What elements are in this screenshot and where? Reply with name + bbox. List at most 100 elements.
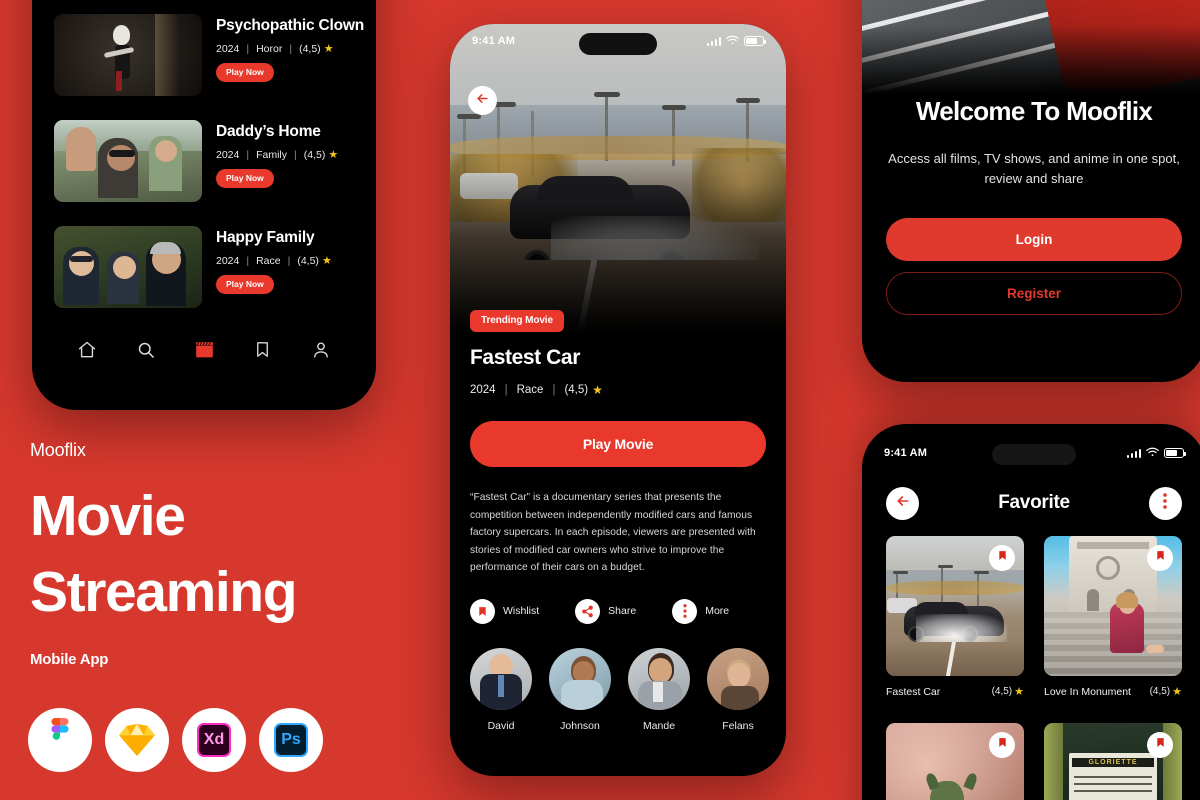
ps-label: Ps: [274, 723, 308, 757]
movie-info: Psychopathic Clown 2024 | Horor | (4,5) …: [216, 14, 364, 82]
cast-name: Mande: [642, 719, 676, 732]
figma-icon[interactable]: [28, 708, 92, 772]
back-button[interactable]: [886, 486, 919, 520]
signal-icon: [706, 36, 721, 46]
dynamic-island: [992, 444, 1076, 465]
movie-year: 2024: [216, 254, 240, 267]
bookmark-badge[interactable]: [1147, 545, 1173, 571]
more-options-button[interactable]: [1148, 486, 1182, 520]
share-action[interactable]: Share: [575, 598, 636, 624]
favorite-card[interactable]: Love In Monument (4,5) ★: [1044, 536, 1182, 711]
more-label: More: [705, 605, 730, 618]
signal-icon: [1126, 448, 1141, 458]
meta-divider: |: [289, 42, 293, 55]
photoshop-icon[interactable]: Ps: [259, 708, 323, 772]
movie-year: 2024: [216, 42, 240, 55]
cast-member[interactable]: David: [470, 647, 532, 732]
favorite-card[interactable]: Fastest Car (4,5) ★: [886, 536, 1024, 711]
more-dots-icon: [1163, 492, 1168, 514]
brand-title: Movie Streaming: [30, 479, 430, 631]
cast-member[interactable]: Felans: [707, 647, 769, 732]
login-button[interactable]: Login: [886, 218, 1182, 262]
movie-rating: (4,5): [564, 384, 589, 396]
battery-icon: [1164, 448, 1187, 458]
star-icon: ★: [592, 383, 603, 397]
wishlist-label: Wishlist: [503, 605, 540, 618]
movie-rating: (4,5) ★: [1150, 685, 1182, 698]
movie-genre: Family: [256, 148, 288, 161]
back-button[interactable]: [468, 86, 497, 115]
register-button[interactable]: Register: [886, 272, 1182, 316]
movie-list-item[interactable]: Daddy’s Home 2024 | Family | (4,5) ★ Pla…: [54, 120, 354, 202]
movie-title: Fastest Car: [886, 685, 941, 698]
meta-divider: |: [246, 148, 250, 161]
wishlist-action[interactable]: Wishlist: [470, 598, 540, 624]
movie-info: Daddy’s Home 2024 | Family | (4,5) ★ Pla…: [216, 120, 354, 188]
play-now-button[interactable]: Play Now: [216, 63, 274, 82]
wifi-icon: [1146, 444, 1159, 462]
cast-member[interactable]: Johnson: [549, 647, 611, 732]
action-row: Wishlist Share More: [470, 598, 766, 624]
movie-list[interactable]: 2024 | Horor | (4,5) ★ Play Now: [32, 0, 376, 348]
status-time: 9:41 AM: [472, 35, 516, 47]
star-icon: ★: [1014, 686, 1024, 698]
cast-list[interactable]: David Johnson Mande Felans: [470, 647, 769, 732]
nav-item-search[interactable]: [136, 340, 156, 365]
trending-badge: Trending Movie: [470, 310, 564, 332]
share-icon: [575, 598, 601, 624]
phone-movie-list: 2024 | Horor | (4,5) ★ Play Now: [32, 0, 376, 410]
movie-poster[interactable]: [1044, 536, 1182, 676]
bottom-navigation: [32, 332, 376, 372]
nav-item-home[interactable]: [77, 340, 97, 365]
arrow-left-icon: [475, 91, 490, 111]
meta-divider: |: [552, 384, 556, 396]
welcome-content: Welcome To Mooflix Access all films, TV …: [862, 96, 1200, 382]
favorite-card[interactable]: GLORIETTE: [1044, 722, 1182, 800]
movie-meta: 2024 | Family | (4,5) ★: [216, 148, 354, 162]
favorite-card[interactable]: [886, 722, 1024, 800]
movie-rating: (4,5): [299, 42, 321, 55]
movie-meta: 2024 | Horor | (4,5) ★: [216, 42, 354, 56]
dynamic-island: [579, 33, 657, 55]
star-icon: ★: [321, 255, 332, 267]
movie-detail-screen: 9:41 AM Trending Movie Fastest Car 2024 …: [450, 24, 786, 776]
movie-rating: (4,5): [297, 254, 319, 267]
movie-thumbnail[interactable]: [54, 14, 202, 96]
movie-poster[interactable]: [886, 722, 1024, 800]
brand-title-line1: Movie: [30, 484, 186, 548]
more-action[interactable]: More: [672, 598, 730, 624]
favorite-grid: Fastest Car (4,5) ★ Love In Monument (4,…: [886, 536, 1182, 800]
adobe-xd-icon[interactable]: Xd: [182, 708, 246, 772]
play-now-button[interactable]: Play Now: [216, 275, 274, 294]
movie-thumbnail[interactable]: [54, 226, 202, 308]
arrow-left-icon: [895, 493, 911, 514]
hero-gradient: [450, 154, 786, 334]
cast-member[interactable]: Mande: [628, 647, 690, 732]
movie-thumbnail[interactable]: [54, 120, 202, 202]
sketch-icon[interactable]: [105, 708, 169, 772]
status-icons: [1126, 444, 1187, 462]
brand-subtitle: Mobile App: [30, 650, 109, 668]
nav-item-movies[interactable]: [194, 339, 215, 365]
cast-name: Johnson: [560, 719, 600, 732]
favorite-header: Favorite: [862, 482, 1200, 524]
hero-image: [450, 24, 786, 334]
movie-list-item[interactable]: Happy Family 2024 | Race | (4,5) ★ Play …: [54, 226, 354, 308]
bookmark-badge[interactable]: [989, 545, 1015, 571]
movie-poster[interactable]: [886, 536, 1024, 676]
movie-poster[interactable]: GLORIETTE: [1044, 722, 1182, 800]
movie-list-item[interactable]: Psychopathic Clown 2024 | Horor | (4,5) …: [54, 14, 364, 96]
more-dots-icon: [672, 598, 698, 624]
nav-item-saved[interactable]: [253, 340, 272, 364]
meta-divider: |: [287, 254, 291, 267]
nav-item-profile[interactable]: [311, 340, 331, 365]
bookmark-badge[interactable]: [1147, 731, 1173, 758]
person-icon: [311, 340, 331, 365]
bookmark-badge[interactable]: [989, 731, 1015, 758]
detail-content: Trending Movie Fastest Car 2024 | Race |…: [450, 310, 786, 776]
movie-title: Daddy’s Home: [216, 123, 321, 140]
play-now-button[interactable]: Play Now: [216, 169, 274, 188]
play-movie-button[interactable]: Play Movie: [470, 421, 766, 467]
welcome-screen: SO Welcome To Mooflix Access all films, …: [862, 0, 1200, 382]
phone-welcome: SO Welcome To Mooflix Access all films, …: [862, 0, 1200, 382]
